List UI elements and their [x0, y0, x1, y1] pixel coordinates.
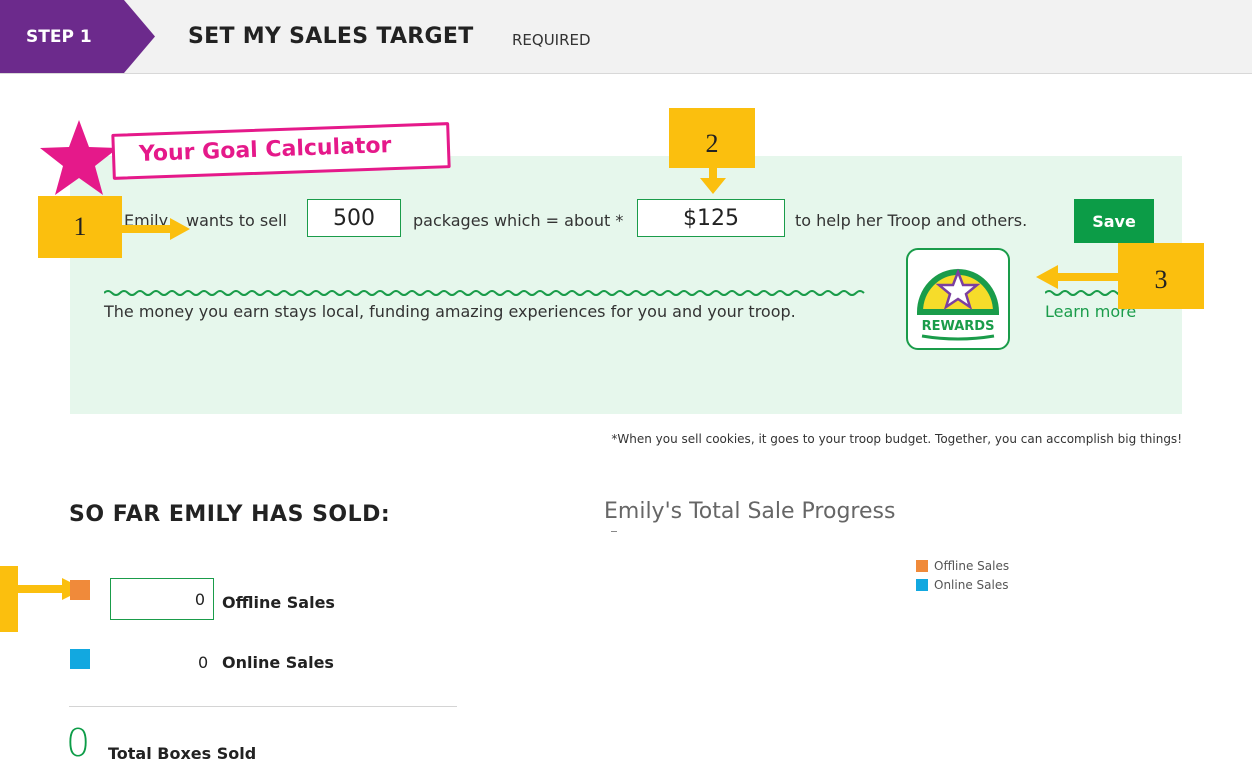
offline-sales-swatch — [70, 580, 90, 600]
so-far-sold-heading: SO FAR EMILY HAS SOLD: — [69, 502, 391, 527]
step-label: STEP 1 — [26, 27, 92, 47]
rewards-icon: REWARDS — [916, 268, 1000, 341]
sales-pie-chart — [640, 560, 860, 760]
legend-item-online: Online Sales — [916, 578, 1008, 592]
callout-4 — [0, 566, 18, 632]
page-title: SET MY SALES TARGET — [188, 24, 474, 49]
goal-calculator-panel — [70, 156, 1182, 414]
dollar-goal-input[interactable] — [637, 199, 785, 237]
offline-sales-input[interactable] — [110, 578, 214, 620]
chart-placeholder-mark — [611, 531, 617, 532]
total-boxes-value: 0 — [66, 721, 91, 765]
online-sales-value: 0 — [198, 653, 209, 672]
footnote: *When you sell cookies, it goes to your … — [611, 432, 1182, 446]
callout-3: 3 — [1118, 243, 1204, 309]
wavy-divider — [104, 290, 865, 296]
legend-swatch-online — [916, 579, 928, 591]
offline-sales-label: Offline Sales — [222, 593, 335, 612]
rewards-text: REWARDS — [922, 319, 995, 334]
legend-swatch-offline — [916, 560, 928, 572]
calculator-title: Your Goal Calculator — [138, 133, 392, 167]
wants-to-sell-text: wants to sell — [186, 211, 287, 230]
legend-label-offline: Offline Sales — [934, 559, 1010, 573]
callout-arrow-1 — [122, 218, 190, 240]
callout-2: 2 — [669, 108, 755, 168]
star-icon — [40, 120, 118, 195]
legend-label-online: Online Sales — [934, 578, 1009, 592]
online-sales-swatch — [70, 649, 90, 669]
online-sales-label: Online Sales — [222, 653, 334, 672]
callout-arrow-2 — [700, 166, 726, 194]
money-stays-local-text: The money you earn stays local, funding … — [104, 302, 796, 321]
legend-item-offline: Offline Sales — [916, 559, 1009, 573]
packages-which-about-text: packages which = about * — [413, 211, 624, 230]
step-header: STEP 1 SET MY SALES TARGET REQUIRED — [0, 0, 1252, 74]
chart-title: Emily's Total Sale Progress — [604, 499, 896, 524]
total-boxes-label: Total Boxes Sold — [108, 744, 257, 763]
help-troop-text: to help her Troop and others. — [795, 211, 1028, 230]
callout-1: 1 — [38, 196, 122, 258]
packages-goal-input[interactable] — [307, 199, 401, 237]
save-button[interactable]: Save — [1074, 199, 1154, 243]
required-label: REQUIRED — [512, 31, 591, 49]
callout-arrow-3 — [1036, 265, 1120, 289]
sold-divider — [69, 706, 457, 707]
rewards-badge[interactable]: REWARDS — [906, 248, 1010, 350]
